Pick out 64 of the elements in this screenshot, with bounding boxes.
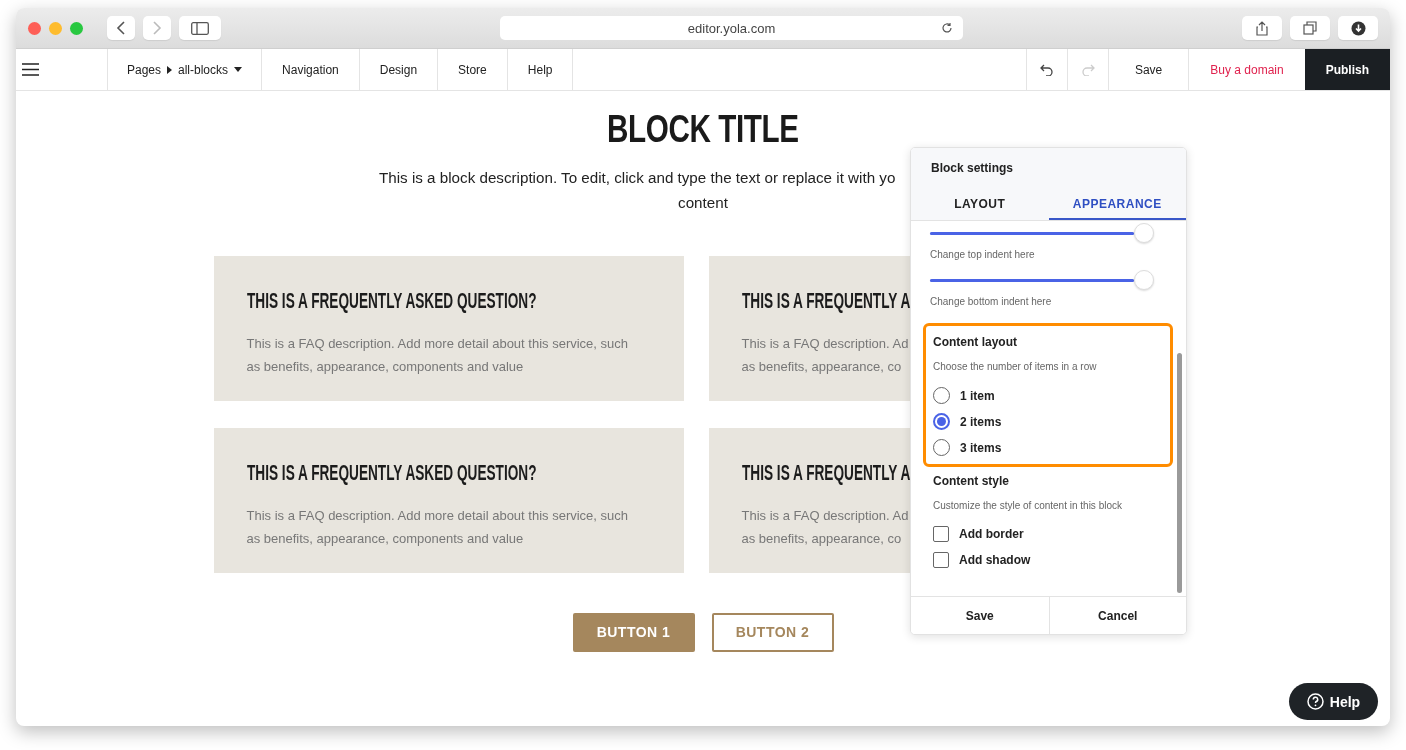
share-icon[interactable] xyxy=(1242,16,1282,40)
caret-icon xyxy=(234,67,243,72)
buy-domain-link[interactable]: Buy a domain xyxy=(1188,49,1305,90)
help-icon xyxy=(1306,693,1324,710)
faq-description: as benefits, appearance, components and value xyxy=(246,529,524,548)
panel-tab[interactable]: APPEARANCE xyxy=(1048,189,1186,220)
block-title: BLOCK TITLE xyxy=(607,107,799,152)
faq-question: THIS IS A FREQUENTLY ASKED QUESTION? xyxy=(246,459,536,486)
radio-button[interactable] xyxy=(933,413,950,430)
slider-caption: Change top indent here xyxy=(930,249,1036,260)
panel-tab[interactable]: LAYOUT xyxy=(911,189,1049,220)
section-hint: Customize the style of content in this block xyxy=(933,500,1123,511)
faq-description: This is a FAQ description. Ad xyxy=(741,506,909,525)
nav-item[interactable]: Navigation xyxy=(261,49,359,90)
faq-question: THIS IS A FREQUENTLY A xyxy=(741,459,910,486)
minimize-dot[interactable] xyxy=(49,21,62,35)
menu-icon[interactable] xyxy=(22,63,39,76)
page-name: all-blocks xyxy=(178,62,229,77)
checkbox[interactable] xyxy=(933,526,949,542)
radio-label: 3 items xyxy=(960,440,1002,455)
pages-dropdown[interactable]: Pages all-blocks xyxy=(107,49,262,90)
faq-question: THIS IS A FREQUENTLY A xyxy=(741,287,910,314)
faq-description: as benefits, appearance, components and value xyxy=(246,357,524,376)
section-title: Content layout xyxy=(933,335,1018,349)
faq-description: This is a FAQ description. Ad xyxy=(741,334,909,353)
checkbox-label: Add shadow xyxy=(959,553,1031,567)
tabs-icon[interactable] xyxy=(1290,16,1330,40)
sidebar-icon[interactable] xyxy=(179,16,221,40)
radio-label: 2 items xyxy=(960,414,1002,429)
radio-label: 1 item xyxy=(960,388,995,403)
publish-button[interactable]: Publish xyxy=(1304,49,1390,90)
faq-description: as benefits, appearance, co xyxy=(741,529,902,548)
slider-thumb[interactable] xyxy=(1134,270,1154,290)
address-bar[interactable]: editor.yola.com xyxy=(500,16,963,40)
reload-icon[interactable] xyxy=(941,22,953,34)
checkbox-label: Add border xyxy=(959,527,1024,541)
undo-icon[interactable] xyxy=(1039,63,1054,76)
section-title: Content style xyxy=(933,474,1010,488)
save-button[interactable]: Save xyxy=(1107,49,1189,90)
help-button[interactable]: Help xyxy=(1289,683,1378,720)
checkbox[interactable] xyxy=(933,552,949,568)
slider-thumb[interactable] xyxy=(1134,223,1154,243)
panel-title: Block settings xyxy=(931,161,1015,175)
url-text: editor.yola.com xyxy=(687,20,776,36)
scrollbar-thumb[interactable] xyxy=(1177,353,1182,593)
back-icon[interactable] xyxy=(107,16,135,40)
nav-item[interactable]: Help xyxy=(506,49,574,90)
faq-question: THIS IS A FREQUENTLY ASKED QUESTION? xyxy=(246,287,536,314)
pages-label: Pages xyxy=(127,62,162,77)
caret-icon xyxy=(167,65,173,74)
faq-description: This is a FAQ description. Add more detail about this service, such xyxy=(246,506,628,525)
slider-caption: Change bottom indent here xyxy=(930,296,1053,307)
panel-button[interactable]: Cancel xyxy=(1048,597,1186,634)
zoom-dot[interactable] xyxy=(70,21,83,35)
block-description: content xyxy=(678,192,728,213)
download-icon[interactable] xyxy=(1338,16,1378,40)
faq-description: as benefits, appearance, co xyxy=(741,357,902,376)
nav-item[interactable]: Design xyxy=(358,49,438,90)
nav-item[interactable]: Store xyxy=(437,49,507,90)
close-dot[interactable] xyxy=(28,21,41,35)
panel-button[interactable]: Save xyxy=(911,597,1049,634)
section-hint: Choose the number of items in a row xyxy=(933,361,1098,372)
block-description: This is a block description. To edit, click and type the text or replace it with yo xyxy=(379,167,896,188)
faq-description: This is a FAQ description. Add more detail about this service, such xyxy=(246,334,628,353)
